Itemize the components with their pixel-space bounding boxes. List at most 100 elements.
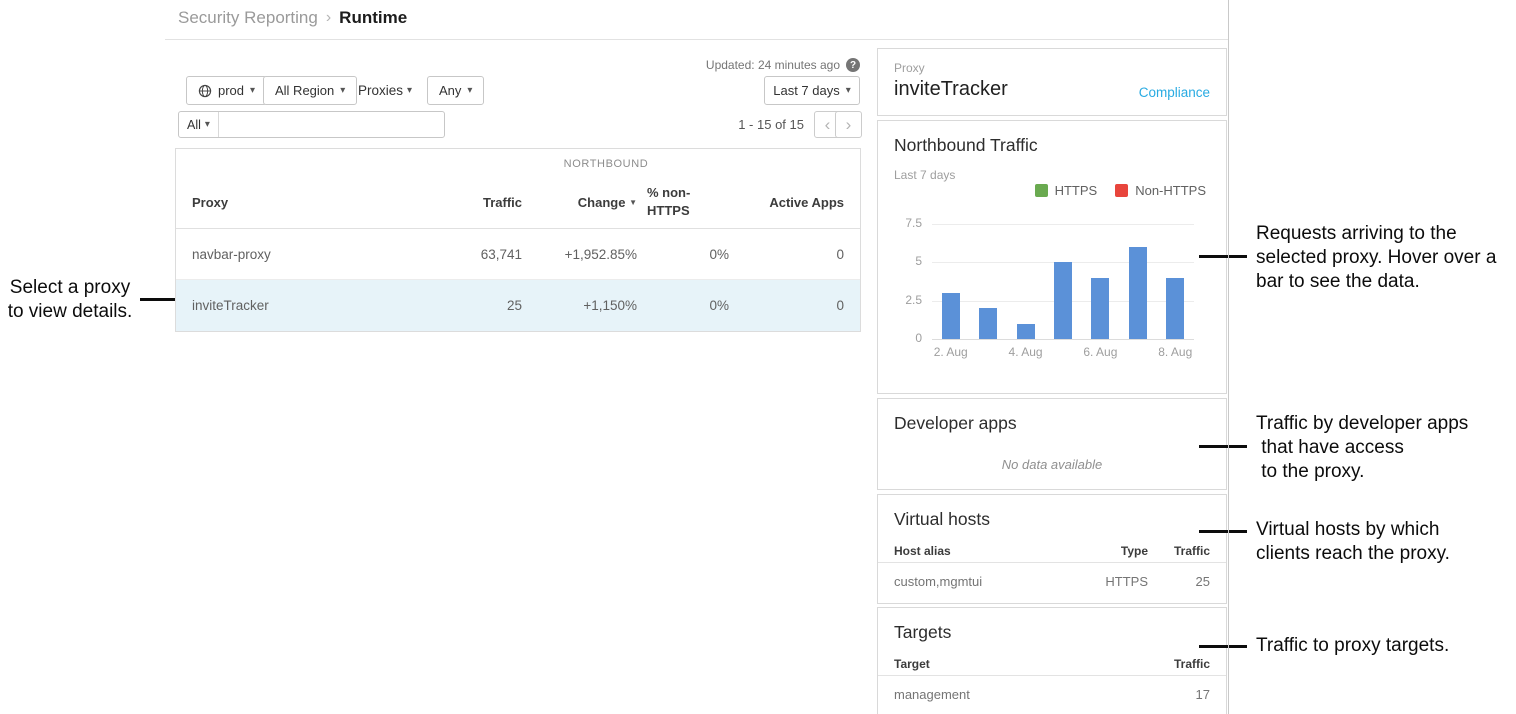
annotation-select-proxy-line1: Select a proxy [2, 276, 138, 300]
annotation-virtual-hosts-line1: Virtual hosts by which [1256, 518, 1450, 542]
cell-traffic: 63,741 [427, 247, 522, 262]
globe-icon [198, 84, 212, 98]
virtual-host-row: custom,mgmtui HTTPS 25 [878, 564, 1226, 598]
compliance-link[interactable]: Compliance [1139, 85, 1210, 100]
cell-proxy: inviteTracker [192, 298, 427, 313]
column-header-traffic: Traffic [1148, 544, 1210, 558]
chart-bar-6-aug[interactable] [1091, 278, 1109, 339]
region-label: All Region [275, 83, 334, 98]
column-header-non-https-line1: % non- [647, 184, 729, 202]
chart-bar-5-aug[interactable] [1054, 262, 1072, 339]
proxies-label: Proxies [358, 83, 403, 98]
annotation-line-developer-apps [1199, 445, 1247, 448]
any-label: Any [439, 83, 461, 98]
chart-bar-slot [1119, 224, 1156, 339]
table-row-navbar-proxy[interactable]: navbar-proxy 63,741 +1,952.85% 0% 0 [176, 229, 860, 279]
developer-apps-empty-message: No data available [878, 457, 1226, 472]
chart-bar-7-aug[interactable] [1129, 247, 1147, 339]
annotation-developer-apps-line3: to the proxy. [1256, 460, 1468, 484]
search-input[interactable] [219, 112, 444, 137]
chart-subtitle: Last 7 days [894, 168, 955, 182]
chart-bar-slot [932, 224, 969, 339]
legend-item-https: HTTPS [1035, 183, 1098, 198]
updated-status: Updated: 24 minutes ago ? [600, 58, 860, 72]
search-scope-label: All [187, 118, 201, 132]
table-row-invitetracker-selected[interactable]: inviteTracker 25 +1,150% 0% 0 [176, 279, 860, 331]
column-header-proxy[interactable]: Proxy [192, 195, 427, 210]
cell-target: management [894, 687, 1148, 702]
cell-proxy: navbar-proxy [192, 247, 427, 262]
cell-host-alias: custom,mgmtui [894, 574, 1070, 589]
chart-bar-3-aug[interactable] [979, 308, 997, 339]
annotation-chart-line3: bar to see the data. [1256, 270, 1496, 294]
chart-bar-4-aug[interactable] [1017, 324, 1035, 339]
annotation-line-virtual-hosts [1199, 530, 1247, 533]
column-header-non-https[interactable]: % non- HTTPS [637, 184, 729, 219]
chart-bar-8-aug[interactable] [1166, 278, 1184, 339]
column-header-change-label: Change [578, 195, 626, 210]
annotation-developer-apps: Traffic by developer apps that have acce… [1256, 412, 1468, 484]
pagination: 1 - 15 of 15 ‹ › [640, 111, 862, 138]
chart-x-tick-label: 2. Aug [932, 345, 969, 359]
caret-down-icon: ▾ [340, 86, 345, 96]
chart-bars [932, 224, 1194, 339]
chart-bar-slot [1082, 224, 1119, 339]
breadcrumb-separator-icon: › [326, 9, 331, 27]
help-icon[interactable]: ? [846, 58, 860, 72]
chart-y-tick-label: 7.5 [878, 216, 922, 230]
next-page-button[interactable]: › [835, 111, 862, 138]
annotation-developer-apps-line2: that have access [1256, 436, 1468, 460]
column-header-traffic[interactable]: Traffic [427, 195, 522, 210]
date-range-dropdown[interactable]: Last 7 days ▾ [764, 76, 860, 105]
column-header-type: Type [1070, 544, 1148, 558]
cell-active-apps: 0 [729, 298, 844, 313]
cell-traffic: 25 [427, 298, 522, 313]
column-header-change[interactable]: Change ▼ [522, 195, 637, 210]
column-header-target: Target [894, 657, 1148, 671]
chart-legend: HTTPS Non-HTTPS [1035, 183, 1206, 198]
cell-active-apps: 0 [729, 247, 844, 262]
chart-bar-2-aug[interactable] [942, 293, 960, 339]
proxy-search-group: All ▾ [178, 111, 445, 138]
region-dropdown[interactable]: All Region ▾ [263, 76, 357, 105]
virtual-hosts-card: Virtual hosts Host alias Type Traffic cu… [877, 494, 1227, 604]
legend-swatch-https [1035, 184, 1048, 197]
chart-x-tick-label: 4. Aug [1007, 345, 1044, 359]
any-dropdown[interactable]: Any ▾ [427, 76, 484, 105]
chart-x-tick-label: 6. Aug [1082, 345, 1119, 359]
legend-item-non-https: Non-HTTPS [1115, 183, 1206, 198]
breadcrumb-security-reporting[interactable]: Security Reporting [178, 8, 318, 28]
caret-down-icon: ▾ [846, 86, 851, 96]
date-range-label: Last 7 days [773, 83, 840, 98]
cell-non-https: 0% [637, 298, 729, 313]
legend-swatch-non-https [1115, 184, 1128, 197]
virtual-hosts-title: Virtual hosts [894, 509, 990, 530]
annotation-targets: Traffic to proxy targets. [1256, 634, 1449, 658]
updated-text: Updated: 24 minutes ago [706, 58, 840, 72]
legend-label-non-https: Non-HTTPS [1135, 183, 1206, 198]
column-header-active-apps[interactable]: Active Apps [729, 195, 844, 210]
proxies-dropdown[interactable]: Proxies ▾ [358, 83, 412, 98]
annotation-select-proxy: Select a proxy to view details. [2, 276, 138, 324]
targets-header-row: Target Traffic [878, 652, 1226, 676]
proxy-detail-header-card: Proxy inviteTracker Compliance [877, 48, 1227, 116]
search-scope-dropdown[interactable]: All ▾ [179, 112, 219, 137]
annotation-virtual-hosts-line2: clients reach the proxy. [1256, 542, 1450, 566]
environment-dropdown[interactable]: prod ▾ [186, 76, 267, 105]
chart-x-tick-label: 8. Aug [1157, 345, 1194, 359]
security-reporting-runtime-page: Select a proxy to view details. Security… [0, 0, 1516, 714]
annotation-line-chart [1199, 255, 1247, 258]
breadcrumb: Security Reporting › Runtime [178, 8, 407, 28]
developer-apps-card: Developer apps No data available [877, 398, 1227, 490]
cell-change: +1,150% [522, 298, 637, 313]
targets-card: Targets Target Traffic management 17 [877, 607, 1227, 714]
annotation-developer-apps-line1: Traffic by developer apps [1256, 412, 1468, 436]
caret-down-icon: ▾ [407, 86, 412, 96]
virtual-hosts-header-row: Host alias Type Traffic [878, 539, 1226, 563]
cell-traffic: 25 [1148, 574, 1210, 589]
proxy-detail-label: Proxy [894, 61, 1210, 75]
cell-change: +1,952.85% [522, 247, 637, 262]
northbound-traffic-card: Northbound Traffic Last 7 days HTTPS Non… [877, 120, 1227, 394]
chart-bar-slot [969, 224, 1006, 339]
developer-apps-title: Developer apps [894, 413, 1017, 434]
